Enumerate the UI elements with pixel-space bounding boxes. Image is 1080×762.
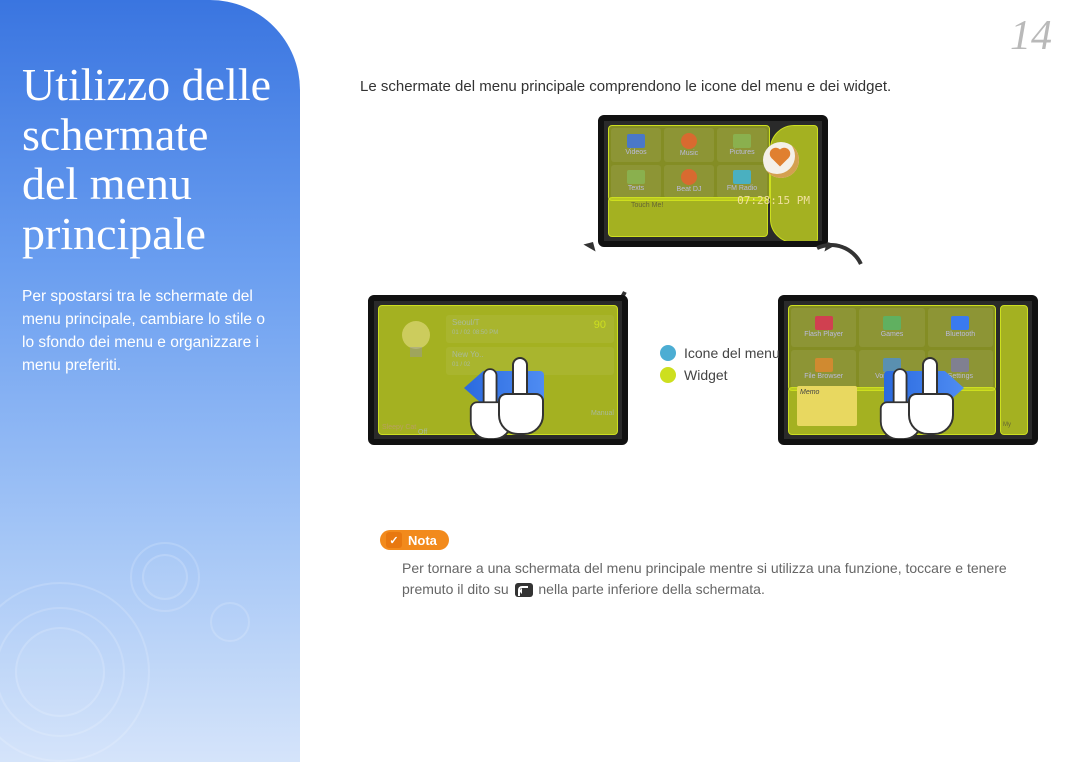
page-title: Utilizzo delle schermate del menu princi… xyxy=(22,60,274,259)
device-screen-right: Flash Player Games Bluetooth File Browse… xyxy=(778,295,1038,445)
note-callout: ✓ Nota Per tornare a una schermata del m… xyxy=(380,530,1060,600)
device-screen-left: Seoul/T01 / 02 08:50 PM90 New Yo..01 / 0… xyxy=(368,295,628,445)
highlight-widget-side: My xyxy=(1000,305,1028,435)
manual-label: Manual xyxy=(591,410,614,417)
app-icon: FM Radio xyxy=(717,165,767,199)
legend: Icone del menu Widget xyxy=(660,345,780,389)
screens-illustration: Videos Music Pictures Texts Beat DJ FM R… xyxy=(320,115,1060,445)
legend-dot-menu-icon xyxy=(660,345,676,361)
back-button-icon xyxy=(515,583,533,597)
app-icon: Videos xyxy=(611,128,661,162)
clock-widget: 07:28:15 PM xyxy=(737,194,810,207)
app-icon: File Browser xyxy=(791,350,856,389)
sidebar-subtitle: Per spostarsi tra le schermate del menu … xyxy=(22,285,274,378)
sidebar-panel: Utilizzo delle schermate del menu princi… xyxy=(0,0,300,762)
app-icon: Texts xyxy=(611,165,661,199)
legend-label: Widget xyxy=(684,367,728,383)
coffee-widget-icon xyxy=(763,138,809,184)
app-icon: Bluetooth xyxy=(928,308,993,347)
hand-gesture-icon xyxy=(904,357,958,437)
highlight-menu-area: Videos Music Pictures Texts Beat DJ FM R… xyxy=(608,125,770,201)
legend-label: Icone del menu xyxy=(684,345,780,361)
note-text: Per tornare a una schermata del menu pri… xyxy=(380,558,1060,600)
app-icon: Flash Player xyxy=(791,308,856,347)
touch-me-label: Touch Me! xyxy=(631,202,663,209)
app-icon: Pictures xyxy=(717,128,767,162)
memo-widget: Memo xyxy=(797,386,857,426)
decorative-circles xyxy=(0,512,260,732)
legend-item-widget: Widget xyxy=(660,367,780,383)
app-icon: Games xyxy=(859,308,924,347)
legend-item-menu: Icone del menu xyxy=(660,345,780,361)
main-content: Le schermate del menu principale compren… xyxy=(320,78,1060,445)
note-badge: ✓ Nota xyxy=(380,530,449,550)
note-cube-icon: ✓ xyxy=(386,532,402,548)
my-label: My xyxy=(1003,422,1011,428)
off-label: Off xyxy=(418,429,427,436)
app-icon: Music xyxy=(664,128,714,162)
app-icon: Beat DJ xyxy=(664,165,714,199)
highlight-widget-area xyxy=(770,125,818,243)
hand-gesture-icon xyxy=(494,357,548,437)
sleepy-cat-label: Sleepy Cat xyxy=(382,424,416,431)
intro-text: Le schermate del menu principale compren… xyxy=(360,78,1060,95)
page-number: 14 xyxy=(1010,12,1052,60)
legend-dot-widget-icon xyxy=(660,367,676,383)
bulb-widget-icon xyxy=(392,315,440,375)
note-badge-label: Nota xyxy=(408,533,437,548)
device-screen-top: Videos Music Pictures Texts Beat DJ FM R… xyxy=(598,115,828,247)
